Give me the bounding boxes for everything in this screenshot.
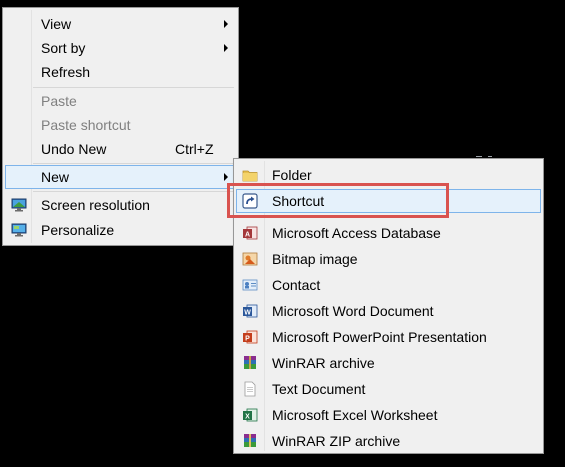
submenu-item-folder[interactable]: Folder xyxy=(236,163,541,187)
new-submenu: Folder Shortcut A Microsoft Access Datab… xyxy=(233,158,544,454)
menu-item-label: Text Document xyxy=(272,381,366,397)
menu-separator xyxy=(33,191,234,192)
submenu-item-excel-worksheet[interactable]: X Microsoft Excel Worksheet xyxy=(236,403,541,427)
menu-item-label: View xyxy=(41,16,72,32)
menu-item-label: Paste xyxy=(41,93,77,109)
menu-separator xyxy=(33,87,234,88)
contact-icon xyxy=(242,277,258,293)
shortcut-icon xyxy=(242,193,258,209)
submenu-item-winrar-archive[interactable]: WinRAR archive xyxy=(236,351,541,375)
bitmap-icon xyxy=(242,251,258,267)
submenu-item-bitmap-image[interactable]: Bitmap image xyxy=(236,247,541,271)
menu-item-label: Microsoft PowerPoint Presentation xyxy=(272,329,487,345)
keyboard-shortcut: Ctrl+Z xyxy=(175,141,214,157)
svg-text:A: A xyxy=(245,232,250,239)
submenu-item-contact[interactable]: Contact xyxy=(236,273,541,297)
submenu-item-powerpoint-presentation[interactable]: P Microsoft PowerPoint Presentation xyxy=(236,325,541,349)
winrar-icon xyxy=(242,355,258,371)
powerpoint-icon: P xyxy=(242,329,258,345)
svg-text:P: P xyxy=(245,336,250,343)
desktop-speck xyxy=(488,156,492,157)
desktop-speck xyxy=(476,156,482,157)
submenu-item-text-document[interactable]: Text Document xyxy=(236,377,541,401)
excel-icon: X xyxy=(242,407,258,423)
menu-item-paste: Paste xyxy=(5,89,236,113)
menu-item-new[interactable]: New xyxy=(5,165,236,189)
menu-item-label: WinRAR archive xyxy=(272,355,375,371)
menu-item-paste-shortcut: Paste shortcut xyxy=(5,113,236,137)
menu-item-label: Bitmap image xyxy=(272,251,358,267)
svg-text:W: W xyxy=(244,310,251,317)
submenu-arrow-icon xyxy=(224,20,228,28)
menu-item-label: Refresh xyxy=(41,64,91,80)
menu-item-refresh[interactable]: Refresh xyxy=(5,60,236,84)
menu-item-label: Microsoft Word Document xyxy=(272,303,434,319)
submenu-item-shortcut[interactable]: Shortcut xyxy=(236,189,541,213)
menu-item-label: Microsoft Access Database xyxy=(272,225,441,241)
word-icon: W xyxy=(242,303,258,319)
menu-item-label: Microsoft Excel Worksheet xyxy=(272,407,438,423)
menu-item-label: Personalize xyxy=(41,222,115,238)
menu-item-label: WinRAR ZIP archive xyxy=(272,433,401,449)
submenu-item-word-document[interactable]: W Microsoft Word Document xyxy=(236,299,541,323)
screen-resolution-icon xyxy=(11,197,27,213)
menu-item-label: Shortcut xyxy=(272,193,325,209)
winrar-zip-icon xyxy=(242,433,258,449)
menu-item-personalize[interactable]: Personalize xyxy=(5,218,236,242)
menu-separator xyxy=(33,163,234,164)
menu-item-label: Folder xyxy=(272,167,312,183)
menu-item-label: Contact xyxy=(272,277,321,293)
personalize-icon xyxy=(11,222,27,238)
folder-icon xyxy=(242,167,258,183)
menu-item-sort-by[interactable]: Sort by xyxy=(5,36,236,60)
menu-item-label: Screen resolution xyxy=(41,197,150,213)
submenu-arrow-icon xyxy=(224,44,228,52)
desktop-context-menu: View Sort by Refresh Paste Paste shortcu… xyxy=(2,7,239,246)
menu-item-label: New xyxy=(41,169,70,185)
submenu-item-winrar-zip-archive[interactable]: WinRAR ZIP archive xyxy=(236,429,541,453)
access-icon: A xyxy=(242,225,258,241)
menu-item-label: Paste shortcut xyxy=(41,117,131,133)
svg-text:X: X xyxy=(245,414,250,421)
submenu-arrow-icon xyxy=(224,173,228,181)
menu-item-view[interactable]: View xyxy=(5,12,236,36)
menu-item-label: Sort by xyxy=(41,40,86,56)
menu-item-undo-new[interactable]: Undo New Ctrl+Z xyxy=(5,137,236,161)
submenu-item-access-database[interactable]: A Microsoft Access Database xyxy=(236,221,541,245)
menu-item-label: Undo New xyxy=(41,141,107,157)
menu-item-screen-resolution[interactable]: Screen resolution xyxy=(5,193,236,217)
text-document-icon xyxy=(242,381,258,397)
